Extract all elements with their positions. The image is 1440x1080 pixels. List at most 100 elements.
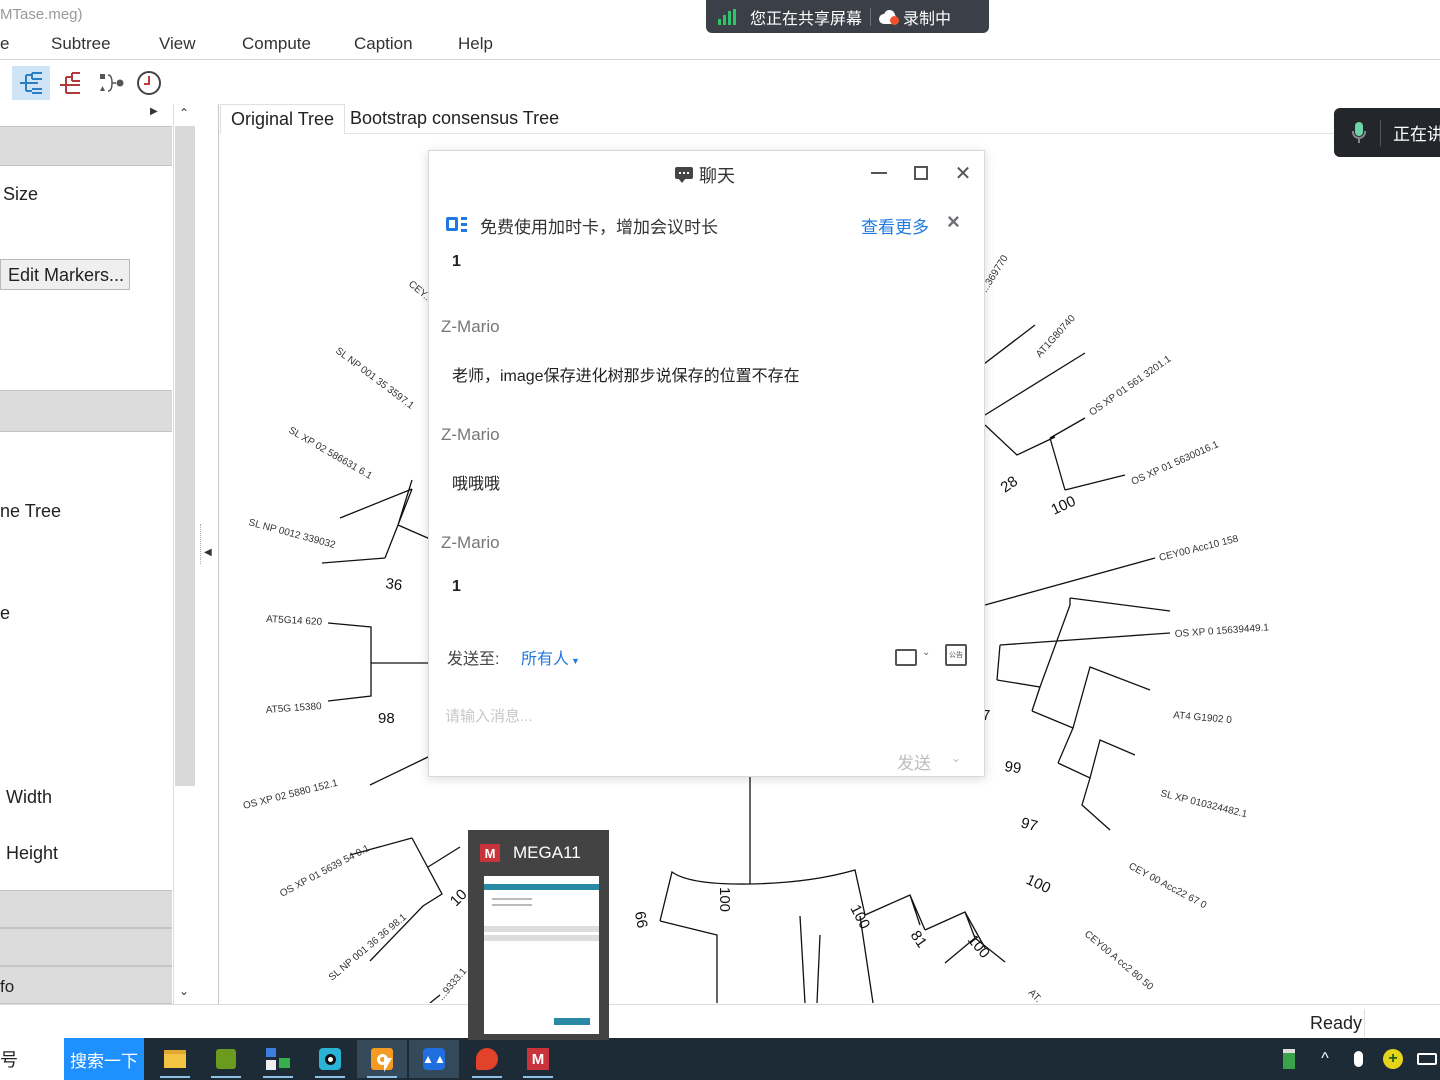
bootstrap-value: 97 — [1019, 814, 1040, 835]
maximize-button[interactable] — [909, 161, 933, 185]
tab-bootstrap-consensus-tree[interactable]: Bootstrap consensus Tree — [340, 104, 569, 134]
leaf-label[interactable]: SL NP 001 35 3597.1 — [333, 346, 416, 412]
panel-section-header[interactable] — [0, 928, 172, 966]
leaf-label[interactable]: CEY00 Acc10 158 — [1158, 533, 1240, 563]
panel-section-header[interactable] — [0, 126, 172, 166]
straight-tree-button[interactable] — [52, 66, 90, 100]
taskbar-preview-mega11[interactable]: M MEGA11 — [468, 830, 609, 1040]
taskbar-green-app[interactable] — [201, 1040, 251, 1078]
leaf-label[interactable]: ...9333.1 — [436, 966, 470, 1003]
voice-status-bar[interactable]: 正在讲 — [1334, 108, 1440, 157]
scroll-up-icon[interactable]: ⌃ — [179, 106, 189, 120]
bootstrap-value: 98 — [378, 710, 395, 727]
tab-original-tree[interactable]: Original Tree — [220, 104, 346, 134]
clock-icon — [137, 71, 161, 95]
panel-splitter[interactable]: ◀ — [197, 104, 219, 1004]
bootstrap-value: 99 — [632, 910, 652, 929]
node-shapes-button[interactable] — [92, 66, 130, 100]
see-more-link[interactable]: 查看更多 — [861, 213, 929, 238]
dropdown-caret-icon: ▼ — [571, 656, 580, 666]
taskbar-search-button[interactable]: 搜索一下 — [64, 1038, 144, 1080]
leaf-label[interactable]: SL XP 02 586631 6.1 — [287, 425, 375, 482]
folder-icon — [164, 1050, 186, 1068]
window-title: MTase.meg) — [0, 6, 83, 23]
leaf-label[interactable]: SL XP 010324482.1 — [1159, 788, 1248, 820]
menu-view[interactable]: View — [159, 34, 196, 54]
rectangular-tree-icon — [20, 72, 42, 94]
leaf-label[interactable]: AT... — [1026, 987, 1047, 1008]
voice-status-text: 正在讲 — [1393, 125, 1440, 144]
send-options-chevron-icon[interactable]: ⌄ — [951, 751, 961, 765]
menu-caption[interactable]: Caption — [354, 34, 413, 54]
timetree-button[interactable] — [130, 66, 168, 100]
leaf-label[interactable]: AT5G14 620 — [266, 614, 323, 628]
send-to-dropdown[interactable]: 所有人 ▼ — [521, 645, 580, 669]
info-section-header[interactable]: fo — [0, 966, 172, 1004]
tree-tabs: Original Tree Bootstrap consensus Tree — [220, 104, 1440, 134]
splitter-grip — [200, 524, 201, 564]
taskbar-orange-app[interactable] — [357, 1040, 407, 1078]
menu-file[interactable]: e — [0, 34, 9, 54]
leaf-label[interactable]: OS XP 01 561 3201.1 — [1087, 353, 1173, 418]
running-indicator — [315, 1076, 345, 1078]
menu-subtree[interactable]: Subtree — [51, 34, 111, 54]
leaf-label[interactable]: CEY 00 Acc22 67 0 — [1127, 861, 1209, 912]
leaf-label[interactable]: OS XP 02 5880 152.1 — [242, 778, 339, 812]
security-plus-icon[interactable]: + — [1380, 1046, 1406, 1072]
leaf-label[interactable]: CEY00 A cc2 80 50 — [1082, 929, 1155, 993]
leaf-label[interactable]: SL NP 001 36 36 98.1 — [327, 912, 409, 984]
file-folder-button[interactable]: ⌄ — [895, 647, 931, 667]
chat-titlebar[interactable]: 聊天 ✕ — [429, 151, 986, 195]
screen-share-bar[interactable]: 您正在共享屏幕 录制中 — [706, 0, 989, 33]
leaf-label[interactable]: OS XP 01 5630016.1 — [1130, 439, 1221, 488]
leaf-label[interactable]: SL NP 0012 339032 — [247, 517, 337, 551]
menu-compute[interactable]: Compute — [242, 34, 311, 54]
taskbar-file-explorer[interactable] — [150, 1040, 200, 1078]
taskbar-red-swirl-app[interactable] — [462, 1040, 512, 1078]
taskbar-tencent-meeting[interactable]: ▲▲ — [409, 1040, 459, 1078]
width-label: Width — [6, 787, 53, 807]
leaf-label[interactable]: AT1G80740 — [1034, 313, 1078, 360]
edit-markers-button[interactable]: Edit Markers... — [0, 259, 130, 290]
usb-device-icon[interactable] — [1276, 1046, 1302, 1072]
recording-status-text: 录制中 — [903, 10, 952, 28]
leaf-label[interactable]: AT5G 15380 — [265, 701, 322, 716]
panel-section-header[interactable] — [0, 390, 172, 432]
panel-section-header[interactable] — [0, 890, 172, 928]
announcement-button[interactable]: 公告 — [945, 644, 967, 666]
meeting-app-icon: ▲▲ — [422, 1048, 446, 1070]
bootstrap-value: 99 — [1003, 758, 1022, 777]
chat-title: 聊天 — [675, 162, 735, 188]
menu-help[interactable]: Help — [458, 34, 493, 54]
chat-message-input[interactable] — [445, 686, 965, 746]
taskbar-mega11[interactable]: M — [513, 1040, 563, 1078]
rectangular-tree-button[interactable] — [12, 66, 50, 100]
running-indicator — [472, 1076, 502, 1078]
status-text: Ready — [1309, 1013, 1362, 1033]
options-scrollbar[interactable]: ⌃ ⌄ — [173, 104, 195, 1004]
expand-arrow-icon[interactable]: ▶ — [150, 106, 158, 117]
bootstrap-value: 36 — [384, 575, 403, 594]
divider — [1364, 1009, 1365, 1037]
leaf-label[interactable]: OS XP 0 15639449.1 — [1174, 622, 1269, 640]
close-button[interactable]: ✕ — [951, 161, 975, 185]
banner-close-button[interactable]: × — [947, 209, 960, 235]
bootstrap-value: 100 — [964, 932, 993, 962]
minimize-button[interactable] — [867, 161, 891, 185]
microphone-icon[interactable] — [1345, 1046, 1371, 1072]
leaf-label[interactable]: AT4 G1902 0 — [1173, 710, 1233, 726]
taskbar-camera-app[interactable] — [305, 1040, 355, 1078]
taskbar-network-tool[interactable] — [253, 1040, 303, 1078]
scroll-down-icon[interactable]: ⌄ — [179, 984, 189, 998]
show-hidden-icons-chevron-icon[interactable]: ^ — [1312, 1046, 1338, 1072]
preview-thumbnail — [484, 876, 599, 1034]
partial-tool-button[interactable]: ✕ — [0, 66, 12, 100]
collapse-left-icon[interactable]: ◀ — [204, 547, 212, 558]
leaf-label[interactable]: OS XP 01 5639 54 0.1 — [278, 843, 372, 900]
mouse-cursor-icon — [384, 1058, 392, 1072]
scrollbar-thumb[interactable] — [175, 126, 195, 786]
send-button[interactable]: 发送 — [897, 749, 931, 774]
power-plug-icon[interactable] — [1414, 1046, 1440, 1072]
divider — [218, 104, 219, 1004]
sharing-status-text: 您正在共享屏幕 — [750, 10, 863, 28]
